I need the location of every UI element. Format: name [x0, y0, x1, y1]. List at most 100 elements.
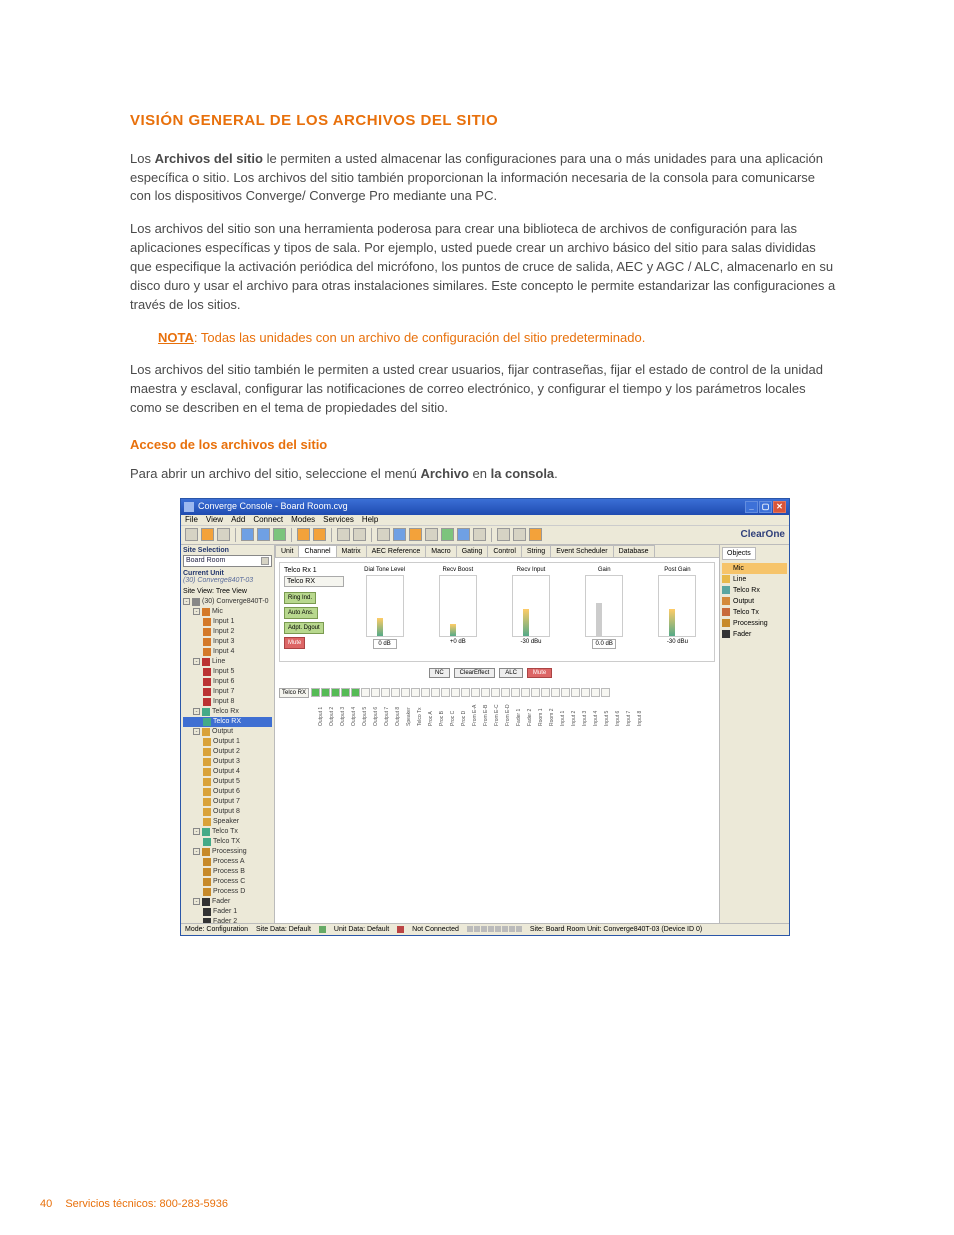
ring-button[interactable]: Ring Ind. [284, 592, 316, 604]
tree-item[interactable]: Input 5 [183, 667, 272, 677]
tab-control[interactable]: Control [487, 545, 522, 557]
tree-item[interactable]: Input 7 [183, 687, 272, 697]
menu-services[interactable]: Services [323, 516, 354, 524]
tree-item[interactable]: -Telco Rx [183, 707, 272, 717]
toolbar-icon[interactable] [337, 528, 350, 541]
tree-item[interactable]: Fader 1 [183, 907, 272, 917]
window-titlebar[interactable]: Converge Console - Board Room.cvg _ ▢ ✕ [181, 499, 789, 515]
tree-item[interactable]: Input 6 [183, 677, 272, 687]
toolbar-icon[interactable] [353, 528, 366, 541]
tree-expand-icon[interactable]: - [193, 658, 200, 665]
tab-gating[interactable]: Gating [456, 545, 489, 557]
matrix-cell[interactable] [461, 688, 470, 697]
site-selection-dropdown[interactable]: Board Room [183, 555, 272, 567]
tree-item[interactable]: Input 4 [183, 647, 272, 657]
toolbar-icon[interactable] [313, 528, 326, 541]
tree-item[interactable]: Output 6 [183, 787, 272, 797]
toolbar-icon[interactable] [185, 528, 198, 541]
channel-name-field[interactable]: Telco RX [284, 576, 344, 587]
matrix-cell[interactable] [351, 688, 360, 697]
tree-item[interactable]: Process A [183, 857, 272, 867]
menu-file[interactable]: File [185, 516, 198, 524]
adapt-button[interactable]: Adpt. Dgout [284, 622, 324, 634]
minimize-button[interactable]: _ [745, 501, 758, 513]
gain-slider[interactable] [585, 575, 623, 637]
tree-item[interactable]: Process D [183, 887, 272, 897]
menu-add[interactable]: Add [231, 516, 245, 524]
menu-help[interactable]: Help [362, 516, 378, 524]
tree-item[interactable]: Output 3 [183, 757, 272, 767]
matrix-cell[interactable] [541, 688, 550, 697]
object-item-fader[interactable]: Fader [722, 629, 787, 640]
tree-item[interactable]: -Telco Tx [183, 827, 272, 837]
tree-expand-icon[interactable]: - [193, 708, 200, 715]
chip-cleareffect[interactable]: ClearEffect [454, 668, 496, 678]
dial-tone-value[interactable]: 0 dB [373, 639, 397, 649]
matrix-cell[interactable] [391, 688, 400, 697]
matrix-cell[interactable] [521, 688, 530, 697]
toolbar-icon[interactable] [241, 528, 254, 541]
matrix-cell[interactable] [471, 688, 480, 697]
matrix-cell[interactable] [381, 688, 390, 697]
toolbar-icon[interactable] [441, 528, 454, 541]
maximize-button[interactable]: ▢ [759, 501, 772, 513]
tree-item[interactable]: Input 8 [183, 697, 272, 707]
close-button[interactable]: ✕ [773, 501, 786, 513]
tree-item[interactable]: Process B [183, 867, 272, 877]
tree-expand-icon[interactable]: - [193, 898, 200, 905]
tree-view[interactable]: -(30) Converge840T-0-MicInput 1Input 2In… [183, 597, 272, 923]
chevron-down-icon[interactable] [261, 557, 269, 565]
matrix-cell[interactable] [361, 688, 370, 697]
tree-item[interactable]: Output 1 [183, 737, 272, 747]
tree-expand-icon[interactable]: - [183, 598, 190, 605]
tab-database[interactable]: Database [613, 545, 655, 557]
matrix-cell[interactable] [331, 688, 340, 697]
toolbar-icon[interactable] [529, 528, 542, 541]
matrix-cell[interactable] [311, 688, 320, 697]
matrix-cell[interactable] [371, 688, 380, 697]
objects-tab[interactable]: Objects [722, 547, 756, 560]
tree-item[interactable]: Input 1 [183, 617, 272, 627]
tree-expand-icon[interactable]: - [193, 848, 200, 855]
menu-modes[interactable]: Modes [291, 516, 315, 524]
tree-expand-icon[interactable]: - [193, 728, 200, 735]
matrix-cell[interactable] [491, 688, 500, 697]
tab-channel[interactable]: Channel [298, 545, 336, 557]
tree-item[interactable]: Telco TX [183, 837, 272, 847]
toolbar-icon[interactable] [425, 528, 438, 541]
matrix-cell[interactable] [321, 688, 330, 697]
matrix-cell[interactable] [501, 688, 510, 697]
tree-expand-icon[interactable]: - [193, 828, 200, 835]
tree-item[interactable]: Output 7 [183, 797, 272, 807]
matrix-cell[interactable] [551, 688, 560, 697]
tree-item[interactable]: -Processing [183, 847, 272, 857]
object-item-telco-tx[interactable]: Telco Tx [722, 607, 787, 618]
menu-connect[interactable]: Connect [253, 516, 283, 524]
tree-item[interactable]: -Fader [183, 897, 272, 907]
tree-item[interactable]: Input 2 [183, 627, 272, 637]
tree-item[interactable]: -Line [183, 657, 272, 667]
matrix-cell[interactable] [451, 688, 460, 697]
matrix-cell[interactable] [411, 688, 420, 697]
toolbar-icon[interactable] [473, 528, 486, 541]
tree-item[interactable]: Fader 2 [183, 917, 272, 923]
tree-item[interactable]: -Mic [183, 607, 272, 617]
tab-aec-reference[interactable]: AEC Reference [366, 545, 427, 557]
tree-item[interactable]: Input 3 [183, 637, 272, 647]
matrix-cell[interactable] [591, 688, 600, 697]
chip-nc[interactable]: NC [429, 668, 450, 678]
tree-item[interactable]: -Output [183, 727, 272, 737]
tree-item[interactable]: Process C [183, 877, 272, 887]
tree-item[interactable]: Output 4 [183, 767, 272, 777]
tab-macro[interactable]: Macro [425, 545, 456, 557]
object-item-output[interactable]: Output [722, 596, 787, 607]
matrix-cell[interactable] [431, 688, 440, 697]
tree-item[interactable]: Output 8 [183, 807, 272, 817]
matrix-cell[interactable] [531, 688, 540, 697]
matrix-cells[interactable] [311, 688, 610, 697]
object-item-line[interactable]: Line [722, 574, 787, 585]
matrix-cell[interactable] [571, 688, 580, 697]
tree-item[interactable]: Speaker [183, 817, 272, 827]
chip-mute[interactable]: Mute [527, 668, 552, 678]
tree-item[interactable]: Output 2 [183, 747, 272, 757]
